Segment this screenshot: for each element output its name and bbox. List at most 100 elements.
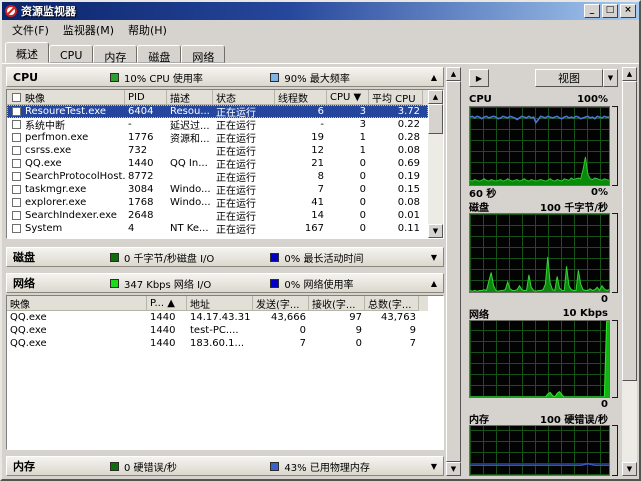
avg-cpu-cell: 0.19 bbox=[369, 171, 423, 182]
checkbox[interactable] bbox=[12, 146, 21, 155]
table-row[interactable]: System4NT Ke...正在运行16700.11 bbox=[7, 222, 428, 235]
column-header-label: PID bbox=[128, 92, 145, 103]
table-row[interactable]: QQ.exe1440183.60.1...707 bbox=[7, 337, 428, 350]
expand-panel-button[interactable]: ▶ bbox=[469, 69, 489, 87]
network-collapse-icon[interactable]: ▲ bbox=[431, 279, 437, 288]
memory-used-swatch bbox=[270, 462, 279, 471]
cpu-chart-block: CPU 100% 60 秒 0% bbox=[469, 92, 618, 199]
tab-strip: 概述CPU内存磁盘网络 bbox=[2, 40, 639, 64]
column-header[interactable]: CPU ▼ bbox=[327, 90, 369, 105]
column-header[interactable]: 接收(字... bbox=[309, 296, 365, 311]
right-panel-scrollbar[interactable]: ▲ ▼ bbox=[622, 67, 637, 476]
address-cell: 183.60.1... bbox=[187, 338, 253, 349]
graphs-toolbar: ▶ 视图 ▼ bbox=[469, 67, 618, 89]
disk-section-header[interactable]: 磁盘 0 千字节/秒磁盘 I/O 0% 最长活动时间 ▼ bbox=[6, 247, 444, 267]
checkbox[interactable] bbox=[12, 198, 21, 207]
maximize-button[interactable]: □ bbox=[602, 4, 618, 18]
checkbox[interactable] bbox=[12, 185, 21, 194]
menu-item[interactable]: 帮助(H) bbox=[121, 20, 174, 40]
cpu-cell: 0 bbox=[327, 171, 369, 182]
tab[interactable]: 磁盘 bbox=[137, 45, 181, 63]
scrollbar-thumb[interactable] bbox=[446, 81, 461, 462]
scroll-up-icon[interactable]: ▲ bbox=[622, 67, 637, 81]
process-image-name: explorer.exe bbox=[25, 197, 86, 208]
checkbox[interactable] bbox=[12, 107, 21, 116]
view-dropdown-icon[interactable]: ▼ bbox=[603, 69, 618, 87]
memory-expand-icon[interactable]: ▼ bbox=[431, 462, 437, 471]
menu-item[interactable]: 监视器(M) bbox=[56, 20, 121, 40]
tab[interactable]: 网络 bbox=[181, 45, 225, 63]
column-header[interactable]: 地址 bbox=[187, 296, 253, 311]
scroll-down-icon[interactable]: ▼ bbox=[622, 462, 637, 476]
column-header[interactable]: P... ▲ bbox=[147, 296, 187, 311]
checkbox[interactable] bbox=[12, 224, 21, 233]
column-header-label: 平均 CPU bbox=[372, 90, 416, 105]
status-cell: 正在运行 bbox=[213, 221, 275, 236]
header-checkbox[interactable] bbox=[12, 93, 21, 102]
column-header[interactable]: 发送(字... bbox=[253, 296, 309, 311]
pid-cell: 6404 bbox=[125, 106, 167, 117]
threads-cell: 21 bbox=[275, 158, 327, 169]
tab[interactable]: 内存 bbox=[93, 45, 137, 63]
disk-expand-icon[interactable]: ▼ bbox=[431, 253, 437, 262]
column-header[interactable]: PID bbox=[125, 90, 167, 105]
scrollbar-thumb[interactable] bbox=[622, 81, 637, 381]
process-image-cell: QQ.exe bbox=[7, 312, 147, 323]
menu-item[interactable]: 文件(F) bbox=[5, 20, 56, 40]
tab[interactable]: CPU bbox=[49, 45, 93, 63]
minimize-button[interactable]: _ bbox=[584, 4, 600, 18]
disk-chart-block: 磁盘 100 千字节/秒 0 bbox=[469, 199, 618, 306]
process-image-name: csrss.exe bbox=[25, 145, 71, 156]
column-header[interactable]: 映像 bbox=[7, 296, 147, 311]
column-header[interactable]: 线程数 bbox=[275, 90, 327, 105]
avg-cpu-cell: 0.69 bbox=[369, 158, 423, 169]
network-chart-title: 网络 bbox=[469, 306, 489, 321]
cpu-chart-title: CPU bbox=[469, 94, 492, 105]
cpu-collapse-icon[interactable]: ▲ bbox=[431, 73, 437, 82]
left-panel-scrollbar[interactable]: ▲ ▼ bbox=[446, 67, 461, 476]
scrollbar-thumb[interactable] bbox=[428, 104, 443, 134]
view-button[interactable]: 视图 bbox=[535, 69, 603, 87]
scroll-down-icon[interactable]: ▼ bbox=[446, 462, 461, 476]
threads-cell: 12 bbox=[275, 145, 327, 156]
memory-section-header[interactable]: 内存 0 硬错误/秒 43% 已用物理内存 ▼ bbox=[6, 456, 444, 476]
cpu-cell: 3 bbox=[327, 106, 369, 117]
checkbox[interactable] bbox=[12, 133, 21, 142]
memory-used-stat: 43% 已用物理内存 bbox=[270, 459, 430, 474]
checkbox[interactable] bbox=[12, 172, 21, 181]
cpu-section-header[interactable]: CPU 10% CPU 使用率 90% 最大频率 ▲ bbox=[6, 67, 444, 87]
cpu-cell: 0 bbox=[327, 197, 369, 208]
column-header[interactable]: 总数(字... bbox=[365, 296, 419, 311]
menu-bar: 文件(F)监视器(M)帮助(H) bbox=[2, 20, 639, 40]
close-button[interactable]: × bbox=[620, 4, 636, 18]
avg-cpu-cell: 0.11 bbox=[369, 223, 423, 234]
scrollbar-track[interactable] bbox=[428, 134, 443, 224]
column-header[interactable]: 状态 bbox=[213, 90, 275, 105]
disk-graph-bracket bbox=[612, 213, 618, 293]
process-image-cell: ResoureTest.exe bbox=[7, 106, 125, 117]
tab[interactable]: 概述 bbox=[5, 42, 49, 63]
threads-cell: 7 bbox=[275, 184, 327, 195]
network-chart-block: 网络 10 Kbps 0 bbox=[469, 306, 618, 411]
scroll-down-icon[interactable]: ▼ bbox=[428, 224, 443, 238]
table-row[interactable]: QQ.exe1440test-PC....099 bbox=[7, 324, 428, 337]
scroll-up-icon[interactable]: ▲ bbox=[446, 67, 461, 81]
checkbox[interactable] bbox=[12, 159, 21, 168]
column-header[interactable]: 描述 bbox=[167, 90, 213, 105]
process-image-cell: System bbox=[7, 223, 125, 234]
network-section-header[interactable]: 网络 347 Kbps 网络 I/O 0% 网络使用率 ▲ bbox=[6, 273, 444, 293]
avg-cpu-cell: 0.22 bbox=[369, 119, 423, 130]
network-usage-stat: 0% 网络使用率 bbox=[270, 276, 430, 291]
address-cell: test-PC.... bbox=[187, 325, 253, 336]
scroll-up-icon[interactable]: ▲ bbox=[428, 90, 443, 104]
table-row[interactable]: QQ.exe144014.17.43.3143,6669743,763 bbox=[7, 311, 428, 324]
cpu-table-scrollbar[interactable]: ▲ ▼ bbox=[428, 90, 443, 238]
threads-cell: 167 bbox=[275, 223, 327, 234]
address-cell: 14.17.43.31 bbox=[187, 312, 253, 323]
memory-faults-label: 0 硬错误/秒 bbox=[124, 459, 177, 474]
column-header[interactable]: 映像 bbox=[7, 90, 125, 105]
checkbox[interactable] bbox=[12, 211, 21, 220]
column-header[interactable]: 平均 CPU bbox=[369, 90, 423, 105]
checkbox[interactable] bbox=[12, 120, 21, 129]
scrollbar-track[interactable] bbox=[622, 381, 637, 462]
